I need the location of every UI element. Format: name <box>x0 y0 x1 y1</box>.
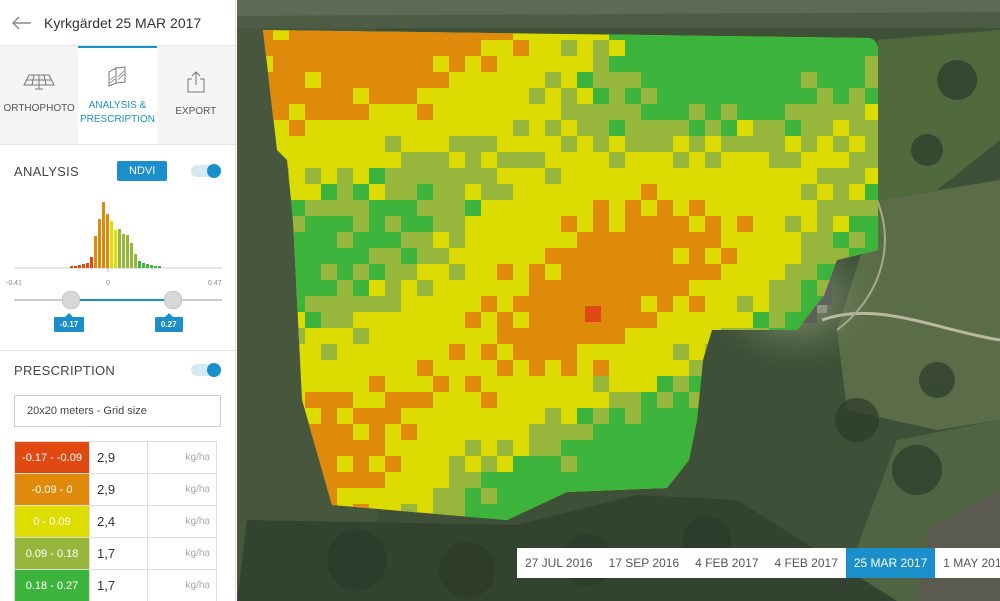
page-title: Kyrkgärdet 25 MAR 2017 <box>44 14 202 31</box>
back-arrow-icon[interactable] <box>12 16 32 30</box>
prescription-rate[interactable]: 1,7 <box>89 537 148 570</box>
prescription-unit: kg/ha <box>146 505 218 538</box>
prescription-row[interactable]: -0.17 - -0.09 2,9 kg/ha <box>14 441 218 474</box>
slider-handle-low[interactable] <box>62 291 80 309</box>
prescription-row[interactable]: 0.09 - 0.18 1,7 kg/ha <box>14 537 218 570</box>
prescription-range: 0.09 - 0.18 <box>14 537 90 570</box>
prescription-row[interactable]: 0.18 - 0.27 1,7 kg/ha <box>14 569 218 601</box>
timeline-date[interactable]: 1 MAY 2017 <box>935 548 1000 578</box>
tab-analysis-label: ANALYSIS & PRESCRIPTION <box>79 100 155 125</box>
prescription-range: -0.09 - 0 <box>14 473 90 506</box>
prescription-table: -0.17 - -0.09 2,9 kg/ha -0.09 - 0 2,9 kg/ha 0 … <box>14 441 218 601</box>
timeline-date[interactable]: 4 FEB 2017 <box>687 548 766 578</box>
prescription-rate[interactable]: 2,9 <box>89 441 148 474</box>
analysis-section: ANALYSIS NDVI -0.41 0 0.47 -0.17 0.27 <box>0 145 235 351</box>
timeline-date[interactable]: 4 FEB 2017 <box>767 548 846 578</box>
slider-high-value: 0.27 <box>155 313 183 332</box>
tab-export-label: EXPORT <box>175 106 217 117</box>
share-export-icon <box>187 71 205 93</box>
sidebar: Kyrkgärdet 25 MAR 2017 ORTHOPHOTO ANALYS… <box>0 0 236 601</box>
ndvi-range-slider[interactable]: -0.17 0.27 <box>0 285 235 345</box>
solar-panel-icon <box>23 74 55 90</box>
toggle-knob <box>207 363 221 377</box>
prescription-row[interactable]: 0 - 0.09 2,4 kg/ha <box>14 505 218 538</box>
prescription-rate[interactable]: 1,7 <box>89 569 148 601</box>
ndvi-histogram <box>14 202 222 272</box>
toggle-knob <box>207 164 221 178</box>
field-map[interactable]: 27 JUL 2016 17 SEP 2016 4 FEB 2017 4 FEB 20… <box>237 0 1000 601</box>
timeline-date[interactable]: 17 SEP 2016 <box>601 548 688 578</box>
title-bar: Kyrkgärdet 25 MAR 2017 <box>0 0 235 46</box>
prescription-toggle[interactable] <box>191 363 221 377</box>
tab-orthophoto[interactable]: ORTHOPHOTO <box>0 46 79 144</box>
prescription-rate[interactable]: 2,9 <box>89 473 148 506</box>
prescription-range: 0 - 0.09 <box>14 505 90 538</box>
prescription-section: PRESCRIPTION 20x20 meters - Grid size -0… <box>0 351 235 601</box>
date-timeline: 27 JUL 2016 17 SEP 2016 4 FEB 2017 4 FEB 20… <box>517 548 1000 578</box>
analysis-toggle[interactable] <box>191 164 221 178</box>
prescription-title: PRESCRIPTION <box>14 362 116 378</box>
prescription-row[interactable]: -0.09 - 0 2,9 kg/ha <box>14 473 218 506</box>
tab-analysis-prescription[interactable]: ANALYSIS & PRESCRIPTION <box>78 46 157 144</box>
tab-export[interactable]: EXPORT <box>156 46 235 144</box>
prescription-range: -0.17 - -0.09 <box>14 441 90 474</box>
ndvi-index-button[interactable]: NDVI <box>117 161 168 181</box>
tab-bar: ORTHOPHOTO ANALYSIS & PRESCRIPTION EXPOR… <box>0 46 235 145</box>
slider-selected-range <box>70 299 172 301</box>
prescription-range: 0.18 - 0.27 <box>14 569 90 601</box>
ndvi-map-view[interactable] <box>237 0 1000 601</box>
tab-orthophoto-label: ORTHOPHOTO <box>3 103 75 114</box>
timeline-date[interactable]: 25 MAR 2017 <box>845 548 936 578</box>
slider-low-value: -0.17 <box>54 313 85 332</box>
prescription-unit: kg/ha <box>146 441 218 474</box>
prescription-unit: kg/ha <box>146 537 218 570</box>
prescription-rate[interactable]: 2,4 <box>89 505 148 538</box>
analysis-layers-icon <box>108 66 126 87</box>
timeline-date[interactable]: 27 JUL 2016 <box>517 548 601 578</box>
slider-handle-high[interactable] <box>164 291 182 309</box>
analysis-title: ANALYSIS <box>14 163 80 179</box>
grid-size-select[interactable]: 20x20 meters - Grid size <box>14 395 221 427</box>
prescription-unit: kg/ha <box>146 473 218 506</box>
prescription-unit: kg/ha <box>146 569 218 601</box>
